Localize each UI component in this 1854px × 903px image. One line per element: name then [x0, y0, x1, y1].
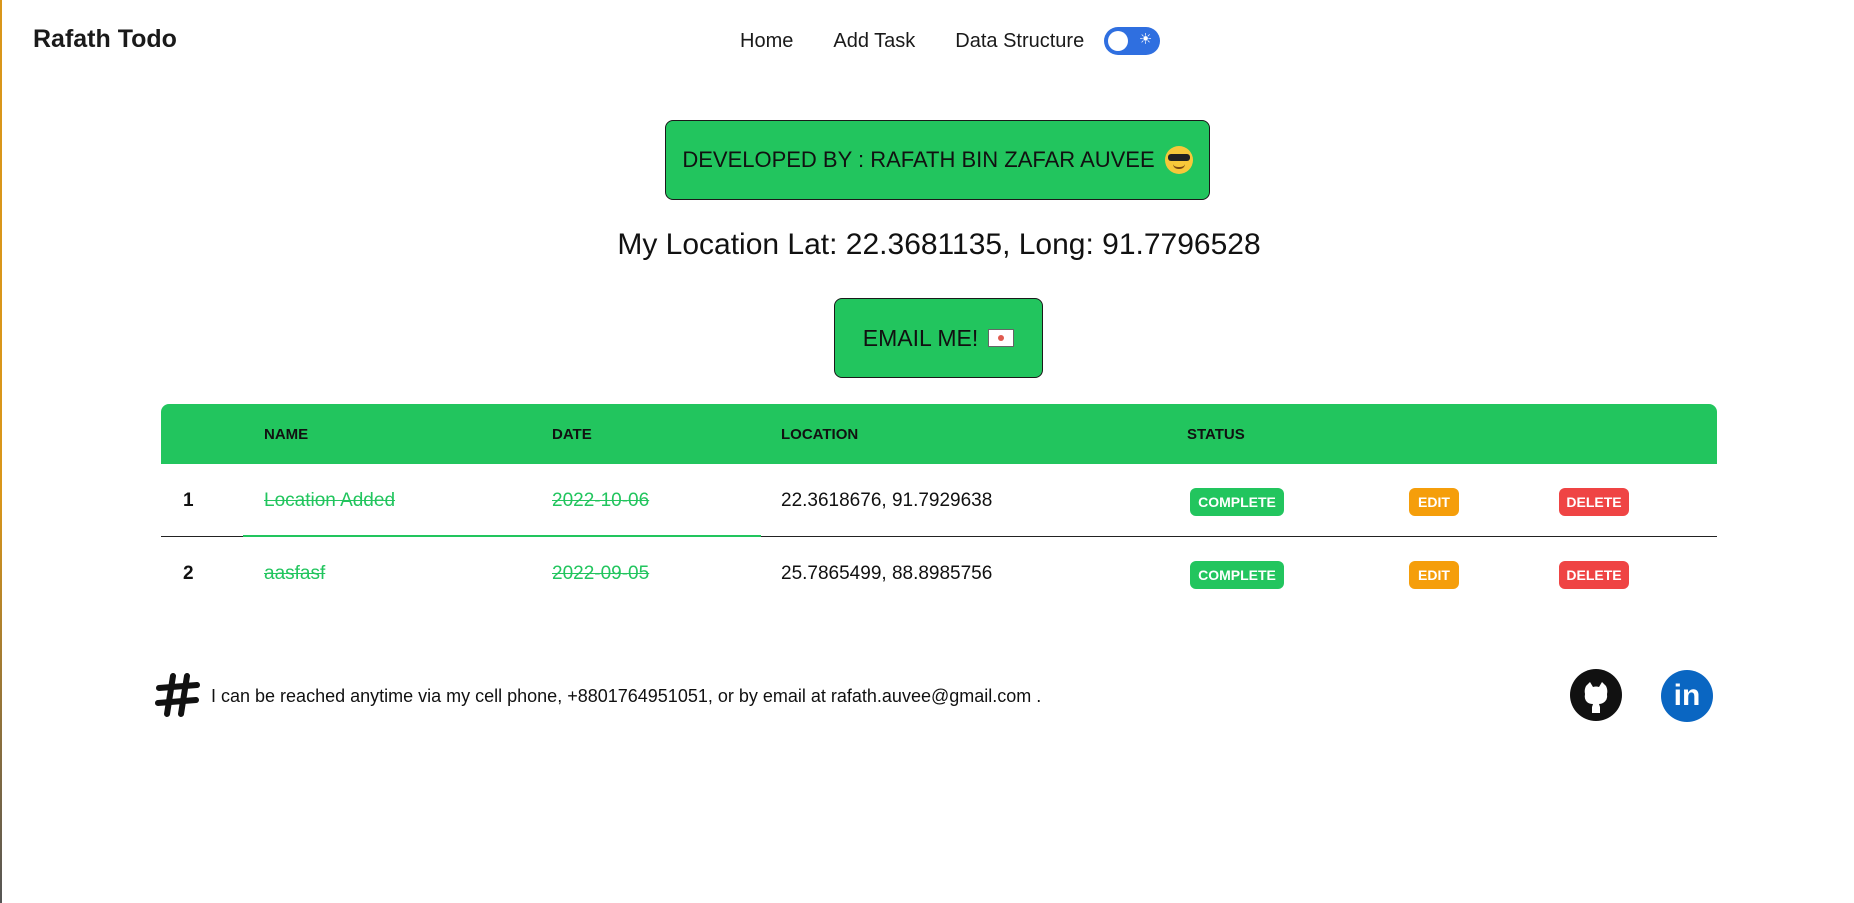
nav-link-home[interactable]: Home [740, 30, 793, 53]
task-location: 22.3618676, 91.7929638 [781, 490, 993, 511]
window-left-edge [0, 0, 2, 903]
email-me-button[interactable]: EMAIL ME! [834, 298, 1043, 378]
task-location: 25.7865499, 88.8985756 [781, 563, 993, 584]
table-header: NAME DATE LOCATION STATUS [161, 404, 1717, 464]
task-table: NAME DATE LOCATION STATUS 1 Location Add… [161, 404, 1717, 610]
nav-links: Home Add Task Data Structure ☀ [740, 27, 1161, 55]
row-number: 1 [183, 490, 194, 511]
nav-link-data-structure[interactable]: Data Structure [955, 30, 1084, 53]
edit-button[interactable]: EDIT [1409, 561, 1459, 589]
complete-button[interactable]: COMPLETE [1190, 488, 1284, 516]
table-row: 2 aasfasf 2022-09-05 25.7865499, 88.8985… [161, 537, 1717, 610]
linkedin-icon[interactable]: in [1661, 670, 1713, 722]
envelope-icon [988, 329, 1015, 347]
slack-hash-icon [155, 673, 200, 717]
task-date: 2022-10-06 [552, 490, 650, 511]
task-name: aasfasf [264, 563, 326, 584]
table-row: 1 Location Added 2022-10-06 22.3618676, … [161, 464, 1717, 537]
task-date: 2022-09-05 [552, 563, 650, 584]
my-location-text: My Location Lat: 22.3681135, Long: 91.77… [617, 228, 1261, 261]
delete-button[interactable]: DELETE [1559, 488, 1629, 516]
sun-icon: ☀ [1138, 30, 1153, 48]
theme-toggle[interactable]: ☀ [1104, 27, 1161, 55]
complete-button[interactable]: COMPLETE [1190, 561, 1284, 589]
column-header-status: STATUS [1187, 426, 1245, 443]
row-number: 2 [183, 563, 194, 584]
developed-by-text: DEVELOPED BY : RAFATH BIN ZAFAR AUVEE [682, 147, 1155, 172]
nav-link-add-task[interactable]: Add Task [833, 30, 915, 53]
email-me-label: EMAIL ME! [862, 324, 979, 351]
navbar: Rafath Todo Home Add Task Data Structure… [0, 0, 1854, 82]
task-name: Location Added [264, 490, 396, 511]
column-header-location: LOCATION [781, 426, 859, 443]
column-header-date: DATE [552, 426, 592, 443]
sunglasses-emoji-icon [1164, 146, 1193, 174]
developed-by-banner: DEVELOPED BY : RAFATH BIN ZAFAR AUVEE [665, 120, 1210, 200]
delete-button[interactable]: DELETE [1559, 561, 1629, 589]
brand-title[interactable]: Rafath Todo [33, 25, 177, 54]
github-icon[interactable] [1570, 669, 1622, 721]
edit-button[interactable]: EDIT [1409, 488, 1459, 516]
toggle-knob [1108, 31, 1129, 51]
column-header-name: NAME [264, 426, 309, 443]
contact-text: I can be reached anytime via my cell pho… [211, 686, 1042, 706]
